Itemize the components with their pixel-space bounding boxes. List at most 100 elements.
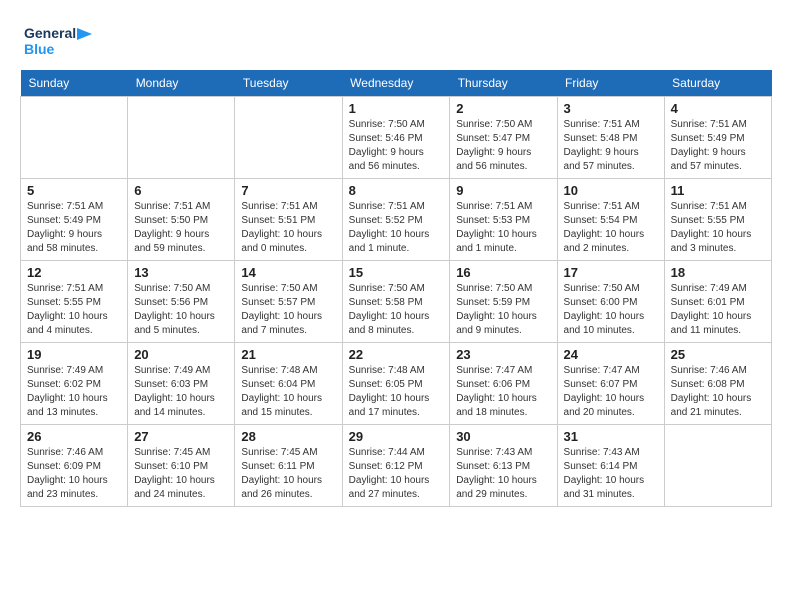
day-number: 15 bbox=[349, 265, 444, 280]
day-number: 24 bbox=[564, 347, 658, 362]
day-info: Sunrise: 7:46 AMSunset: 6:09 PMDaylight:… bbox=[27, 446, 121, 502]
day-info: Sunrise: 7:45 AMSunset: 6:10 PMDaylight:… bbox=[134, 446, 228, 502]
page-header: GeneralBlue bbox=[20, 20, 772, 60]
day-number: 12 bbox=[27, 265, 121, 280]
day-number: 16 bbox=[456, 265, 550, 280]
calendar-table: SundayMondayTuesdayWednesdayThursdayFrid… bbox=[20, 70, 772, 507]
day-info: Sunrise: 7:51 AMSunset: 5:53 PMDaylight:… bbox=[456, 200, 550, 256]
day-info: Sunrise: 7:45 AMSunset: 6:11 PMDaylight:… bbox=[241, 446, 335, 502]
col-header-wednesday: Wednesday bbox=[342, 70, 450, 97]
day-number: 1 bbox=[349, 101, 444, 116]
day-info: Sunrise: 7:50 AMSunset: 6:00 PMDaylight:… bbox=[564, 282, 658, 338]
day-info: Sunrise: 7:51 AMSunset: 5:49 PMDaylight:… bbox=[671, 118, 765, 174]
day-number: 26 bbox=[27, 429, 121, 444]
calendar-cell: 3Sunrise: 7:51 AMSunset: 5:48 PMDaylight… bbox=[557, 97, 664, 179]
calendar-cell: 18 Sunrise: 7:49 AMSunset: 6:01 PMDayligh… bbox=[664, 261, 771, 343]
day-number: 4 bbox=[671, 101, 765, 116]
svg-text:General: General bbox=[24, 25, 76, 41]
calendar-cell: 22 Sunrise: 7:48 AMSunset: 6:05 PMDayligh… bbox=[342, 343, 450, 425]
calendar-cell: 12 Sunrise: 7:51 AMSunset: 5:55 PMDayligh… bbox=[21, 261, 128, 343]
week-row-2: 5Sunrise: 7:51 AMSunset: 5:49 PMDaylight… bbox=[21, 179, 772, 261]
day-info: Sunrise: 7:46 AMSunset: 6:08 PMDaylight:… bbox=[671, 364, 765, 420]
day-info: Sunrise: 7:47 AMSunset: 6:07 PMDaylight:… bbox=[564, 364, 658, 420]
day-number: 11 bbox=[671, 183, 765, 198]
calendar-cell: 6Sunrise: 7:51 AMSunset: 5:50 PMDaylight… bbox=[128, 179, 235, 261]
day-number: 22 bbox=[349, 347, 444, 362]
day-number: 23 bbox=[456, 347, 550, 362]
day-number: 14 bbox=[241, 265, 335, 280]
calendar-cell: 21Sunrise: 7:48 AMSunset: 6:04 PMDayligh… bbox=[235, 343, 342, 425]
calendar-cell: 30Sunrise: 7:43 AMSunset: 6:13 PMDayligh… bbox=[450, 425, 557, 507]
day-number: 8 bbox=[349, 183, 444, 198]
calendar-cell: 4 Sunrise: 7:51 AMSunset: 5:49 PMDaylight… bbox=[664, 97, 771, 179]
calendar-cell: 1Sunrise: 7:50 AMSunset: 5:46 PMDaylight… bbox=[342, 97, 450, 179]
calendar-cell: 8Sunrise: 7:51 AMSunset: 5:52 PMDaylight… bbox=[342, 179, 450, 261]
day-number: 6 bbox=[134, 183, 228, 198]
logo: GeneralBlue bbox=[20, 20, 102, 60]
day-info: Sunrise: 7:51 AMSunset: 5:51 PMDaylight:… bbox=[241, 200, 335, 256]
col-header-tuesday: Tuesday bbox=[235, 70, 342, 97]
calendar-cell: 20 Sunrise: 7:49 AMSunset: 6:03 PMDayligh… bbox=[128, 343, 235, 425]
day-number: 25 bbox=[671, 347, 765, 362]
calendar-cell: 31Sunrise: 7:43 AMSunset: 6:14 PMDayligh… bbox=[557, 425, 664, 507]
day-number: 10 bbox=[564, 183, 658, 198]
calendar-cell: 14Sunrise: 7:50 AMSunset: 5:57 PMDayligh… bbox=[235, 261, 342, 343]
calendar-cell: 24 Sunrise: 7:47 AMSunset: 6:07 PMDayligh… bbox=[557, 343, 664, 425]
day-number: 2 bbox=[456, 101, 550, 116]
calendar-cell: 26 Sunrise: 7:46 AMSunset: 6:09 PMDayligh… bbox=[21, 425, 128, 507]
day-number: 17 bbox=[564, 265, 658, 280]
calendar-cell: 23 Sunrise: 7:47 AMSunset: 6:06 PMDayligh… bbox=[450, 343, 557, 425]
calendar-cell bbox=[664, 425, 771, 507]
calendar-cell: 27 Sunrise: 7:45 AMSunset: 6:10 PMDayligh… bbox=[128, 425, 235, 507]
day-info: Sunrise: 7:51 AMSunset: 5:55 PMDaylight:… bbox=[27, 282, 121, 338]
day-info: Sunrise: 7:49 AMSunset: 6:01 PMDaylight:… bbox=[671, 282, 765, 338]
week-row-5: 26 Sunrise: 7:46 AMSunset: 6:09 PMDayligh… bbox=[21, 425, 772, 507]
calendar-cell: 29 Sunrise: 7:44 AMSunset: 6:12 PMDayligh… bbox=[342, 425, 450, 507]
day-number: 7 bbox=[241, 183, 335, 198]
day-info: Sunrise: 7:50 AMSunset: 5:56 PMDaylight:… bbox=[134, 282, 228, 338]
day-info: Sunrise: 7:51 AMSunset: 5:54 PMDaylight:… bbox=[564, 200, 658, 256]
calendar-cell: 13 Sunrise: 7:50 AMSunset: 5:56 PMDayligh… bbox=[128, 261, 235, 343]
day-number: 18 bbox=[671, 265, 765, 280]
day-number: 30 bbox=[456, 429, 550, 444]
calendar-cell: 9 Sunrise: 7:51 AMSunset: 5:53 PMDaylight… bbox=[450, 179, 557, 261]
day-number: 27 bbox=[134, 429, 228, 444]
day-info: Sunrise: 7:49 AMSunset: 6:03 PMDaylight:… bbox=[134, 364, 228, 420]
calendar-cell: 16 Sunrise: 7:50 AMSunset: 5:59 PMDayligh… bbox=[450, 261, 557, 343]
day-number: 20 bbox=[134, 347, 228, 362]
day-info: Sunrise: 7:51 AMSunset: 5:55 PMDaylight:… bbox=[671, 200, 765, 256]
day-info: Sunrise: 7:44 AMSunset: 6:12 PMDaylight:… bbox=[349, 446, 444, 502]
week-row-1: 1Sunrise: 7:50 AMSunset: 5:46 PMDaylight… bbox=[21, 97, 772, 179]
calendar-cell bbox=[235, 97, 342, 179]
day-number: 13 bbox=[134, 265, 228, 280]
day-number: 5 bbox=[27, 183, 121, 198]
day-info: Sunrise: 7:48 AMSunset: 6:05 PMDaylight:… bbox=[349, 364, 444, 420]
day-number: 21 bbox=[241, 347, 335, 362]
day-number: 29 bbox=[349, 429, 444, 444]
day-number: 28 bbox=[241, 429, 335, 444]
day-info: Sunrise: 7:50 AMSunset: 5:47 PMDaylight:… bbox=[456, 118, 550, 174]
calendar-cell: 5Sunrise: 7:51 AMSunset: 5:49 PMDaylight… bbox=[21, 179, 128, 261]
day-info: Sunrise: 7:49 AMSunset: 6:02 PMDaylight:… bbox=[27, 364, 121, 420]
week-row-3: 12 Sunrise: 7:51 AMSunset: 5:55 PMDayligh… bbox=[21, 261, 772, 343]
calendar-cell: 19Sunrise: 7:49 AMSunset: 6:02 PMDayligh… bbox=[21, 343, 128, 425]
col-header-sunday: Sunday bbox=[21, 70, 128, 97]
calendar-cell: 15 Sunrise: 7:50 AMSunset: 5:58 PMDayligh… bbox=[342, 261, 450, 343]
calendar-cell: 11 Sunrise: 7:51 AMSunset: 5:55 PMDayligh… bbox=[664, 179, 771, 261]
col-header-saturday: Saturday bbox=[664, 70, 771, 97]
day-info: Sunrise: 7:50 AMSunset: 5:58 PMDaylight:… bbox=[349, 282, 444, 338]
calendar-cell: 28 Sunrise: 7:45 AMSunset: 6:11 PMDayligh… bbox=[235, 425, 342, 507]
calendar-cell bbox=[128, 97, 235, 179]
calendar-cell bbox=[21, 97, 128, 179]
week-row-4: 19Sunrise: 7:49 AMSunset: 6:02 PMDayligh… bbox=[21, 343, 772, 425]
day-number: 9 bbox=[456, 183, 550, 198]
calendar-cell: 10 Sunrise: 7:51 AMSunset: 5:54 PMDayligh… bbox=[557, 179, 664, 261]
header-row: SundayMondayTuesdayWednesdayThursdayFrid… bbox=[21, 70, 772, 97]
day-info: Sunrise: 7:50 AMSunset: 5:59 PMDaylight:… bbox=[456, 282, 550, 338]
calendar-cell: 7 Sunrise: 7:51 AMSunset: 5:51 PMDaylight… bbox=[235, 179, 342, 261]
calendar-cell: 2 Sunrise: 7:50 AMSunset: 5:47 PMDaylight… bbox=[450, 97, 557, 179]
day-number: 3 bbox=[564, 101, 658, 116]
day-info: Sunrise: 7:47 AMSunset: 6:06 PMDaylight:… bbox=[456, 364, 550, 420]
svg-text:Blue: Blue bbox=[24, 41, 55, 57]
calendar-cell: 17 Sunrise: 7:50 AMSunset: 6:00 PMDayligh… bbox=[557, 261, 664, 343]
